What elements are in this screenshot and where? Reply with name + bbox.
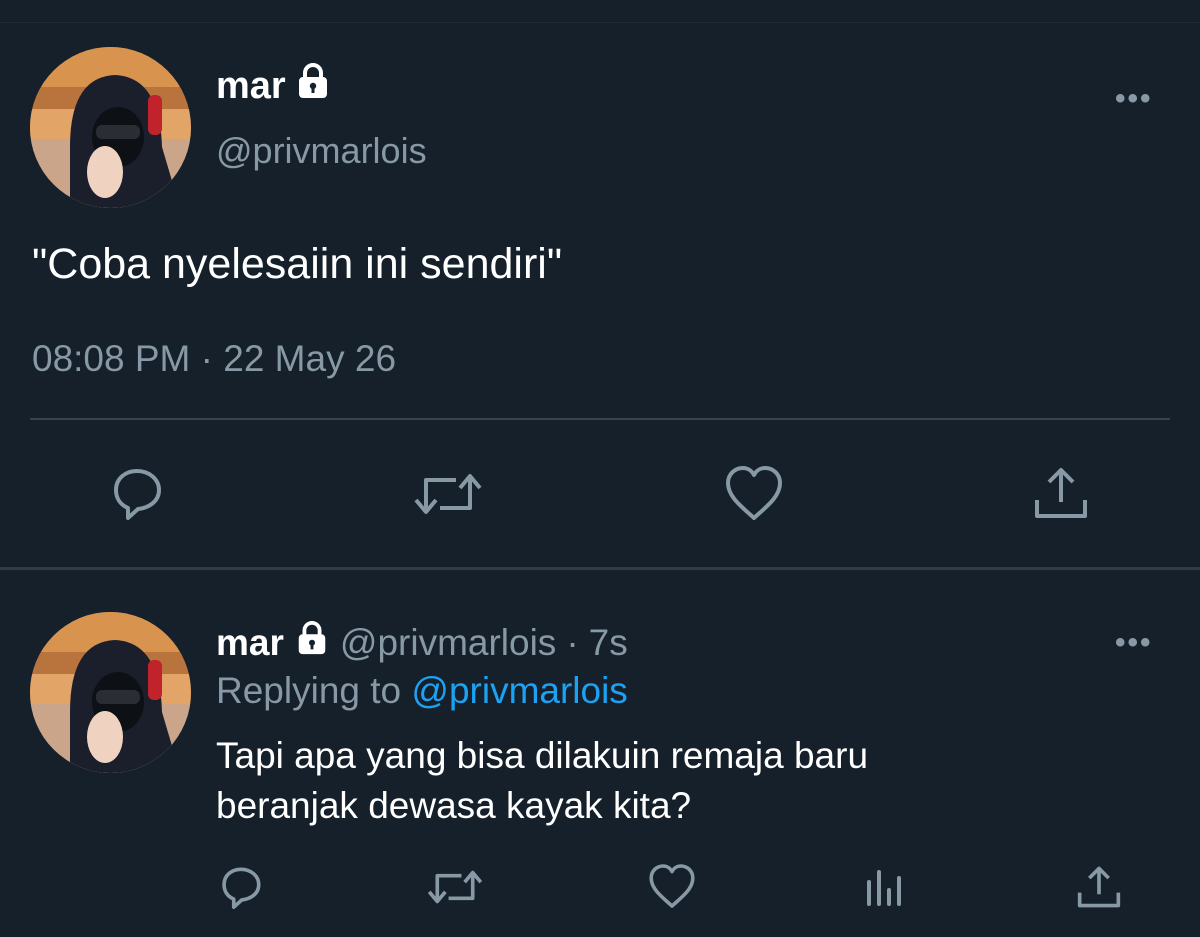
tweet-author-name[interactable]: mar — [216, 62, 332, 110]
reply-icon[interactable] — [106, 462, 168, 529]
tweet-text: "Coba nyelesaiin ini sendiri" — [32, 240, 563, 288]
lock-icon — [294, 620, 330, 665]
replying-to-prefix: Replying to — [216, 670, 402, 711]
author-name-text: mar — [216, 64, 286, 107]
tweet-divider — [30, 418, 1170, 420]
reply-text-line: beranjak dewasa kayak kita? — [216, 785, 692, 826]
reply-more-options-button[interactable]: ••• — [1115, 626, 1153, 660]
reply-avatar[interactable] — [30, 612, 191, 773]
reply-author-handle[interactable]: @privmarlois — [340, 622, 556, 664]
avatar[interactable] — [30, 47, 191, 208]
replying-to-mention[interactable]: @privmarlois — [411, 670, 627, 711]
share-icon[interactable] — [1030, 462, 1092, 529]
share-icon[interactable] — [1074, 862, 1124, 917]
heart-icon[interactable] — [722, 463, 786, 528]
tweet-timestamp[interactable]: 08:08 PM · 22 May 26 — [32, 338, 396, 380]
retweet-icon[interactable] — [426, 866, 484, 913]
tweet-author-handle[interactable]: @privmarlois — [216, 130, 427, 172]
reply-text-line: Tapi apa yang bisa dilakuin remaja baru — [216, 735, 869, 776]
reply-age[interactable]: 7s — [589, 622, 628, 664]
reply-icon[interactable] — [216, 862, 266, 917]
heart-icon[interactable] — [646, 862, 698, 915]
more-options-button[interactable]: ••• — [1115, 82, 1153, 116]
avatar-image — [30, 47, 191, 208]
top-divider — [0, 22, 1200, 23]
analytics-icon[interactable] — [862, 866, 908, 913]
reply-author-name[interactable]: mar — [216, 622, 284, 664]
lock-icon — [294, 62, 332, 110]
avatar-image — [30, 612, 191, 773]
reply-separator: · — [566, 621, 579, 663]
replying-to: Replying to @privmarlois — [216, 670, 628, 712]
retweet-icon[interactable] — [412, 468, 484, 525]
section-divider — [0, 567, 1200, 570]
reply-text: Tapi apa yang bisa dilakuin remaja baru … — [216, 731, 1116, 831]
reply-header: mar @privmarlois · 7s — [216, 620, 628, 665]
